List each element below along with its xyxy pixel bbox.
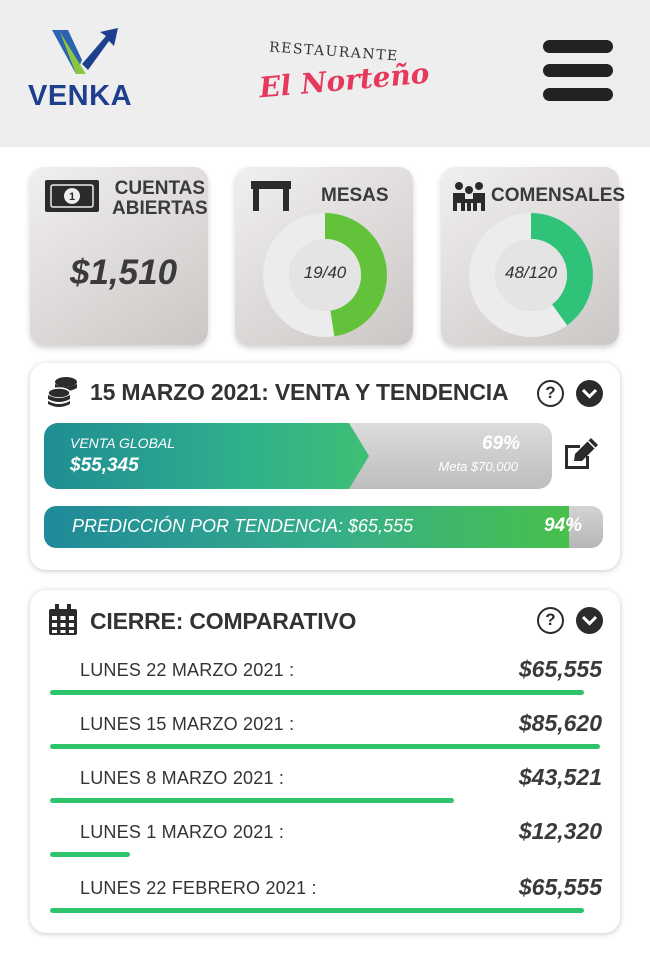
- menu-line-icon: [543, 88, 613, 101]
- mesas-title: MESAS: [321, 185, 389, 206]
- cierre-row: LUNES 1 MARZO 2021 : $12,320: [50, 818, 602, 872]
- cierre-row-value: $65,555: [518, 656, 602, 682]
- mesas-donut-label: 19/40: [303, 263, 347, 282]
- venta-global-amount: $55,345: [70, 455, 139, 476]
- cierre-row: LUNES 22 MARZO 2021 : $65,555: [50, 656, 602, 710]
- cierre-row-label: LUNES 1 MARZO 2021 :: [80, 822, 285, 842]
- diners-icon: [453, 182, 485, 211]
- venta-tendencia-panel: 15 MARZO 2021: VENTA Y TENDENCIA ? VENTA…: [30, 363, 620, 570]
- cierre-row-label: LUNES 8 MARZO 2021 :: [80, 768, 285, 788]
- venta-global-bar[interactable]: VENTA GLOBAL $55,345 69% Meta $70,000: [44, 423, 552, 489]
- venta-global-percent: 69%: [481, 433, 520, 454]
- venta-panel-title: 15 MARZO 2021: VENTA Y TENDENCIA: [90, 379, 509, 405]
- venka-brand-text: VENKA: [28, 80, 133, 112]
- table-icon: [251, 181, 291, 211]
- cierre-row-bar: [50, 744, 600, 749]
- venta-global-label: VENTA GLOBAL: [70, 435, 176, 451]
- menu-line-icon: [543, 64, 613, 77]
- cierre-row-bar: [50, 798, 455, 803]
- cierre-row-label: LUNES 22 MARZO 2021 :: [80, 660, 295, 680]
- cuentas-title-line1: CUENTAS: [114, 178, 206, 199]
- stat-card-mesas[interactable]: MESAS 19/40: [235, 167, 413, 345]
- cierre-row-bar: [50, 852, 130, 857]
- prediccion-label: PREDICCIÓN POR TENDENCIA: $65,555: [72, 516, 414, 536]
- prediccion-bar[interactable]: PREDICCIÓN POR TENDENCIA: $65,555 94%: [44, 506, 603, 548]
- cuentas-value: $1,510: [70, 253, 178, 292]
- venta-global-meta: Meta $70,000: [438, 459, 518, 474]
- cierre-row-label: LUNES 15 MARZO 2021 :: [80, 714, 295, 734]
- venta-chevron-down-icon[interactable]: [576, 380, 603, 407]
- venka-logo[interactable]: VENKA: [26, 24, 136, 114]
- cierre-row-value: $43,521: [518, 764, 602, 790]
- venka-v-arrow-icon: [52, 28, 118, 74]
- cierre-row-value: $65,555: [518, 874, 602, 900]
- stat-card-cuentas-abiertas[interactable]: 1 CUENTAS ABIERTAS $1,510: [30, 167, 208, 345]
- cash-icon: 1: [45, 180, 99, 212]
- prediccion-percent: 94%: [544, 515, 583, 536]
- cierre-help-icon[interactable]: ?: [537, 607, 564, 634]
- app-header: VENKA RESTAURANTE El Norteño: [0, 0, 650, 147]
- menu-line-icon: [543, 40, 613, 53]
- comensales-donut-label: 48/120: [505, 263, 557, 282]
- calendar-icon: [49, 604, 77, 635]
- stat-card-comensales[interactable]: COMENSALES 48/120: [441, 167, 625, 345]
- svg-text:1: 1: [69, 191, 75, 203]
- comensales-title: COMENSALES: [491, 185, 626, 206]
- edit-icon[interactable]: [562, 437, 600, 471]
- cierre-comparativo-panel: CIERRE: COMPARATIVO ? LUNES 22 MARZO 202…: [30, 590, 620, 933]
- cierre-row-label: LUNES 22 FEBRERO 2021 :: [80, 878, 317, 898]
- cierre-row-value: $12,320: [518, 818, 602, 844]
- cierre-chevron-down-icon[interactable]: [576, 607, 603, 634]
- restaurant-logo-name: El Norteño: [257, 56, 431, 105]
- cierre-row: LUNES 8 MARZO 2021 : $43,521: [50, 764, 602, 818]
- cierre-row-value: $85,620: [518, 710, 602, 736]
- restaurant-logo: RESTAURANTE El Norteño: [255, 38, 431, 108]
- cierre-row: LUNES 15 MARZO 2021 : $85,620: [50, 710, 602, 764]
- hamburger-menu-button[interactable]: [543, 40, 613, 102]
- cierre-row-bar: [50, 908, 584, 913]
- cuentas-title-line2: ABIERTAS: [112, 198, 208, 219]
- cierre-panel-title: CIERRE: COMPARATIVO: [90, 608, 357, 634]
- venta-help-icon[interactable]: ?: [537, 380, 564, 407]
- cierre-row: LUNES 22 FEBRERO 2021 : $65,555: [50, 874, 602, 928]
- cuentas-title: CUENTAS ABIERTAS: [112, 179, 208, 219]
- cierre-row-bar: [50, 690, 584, 695]
- coins-icon: [47, 377, 77, 407]
